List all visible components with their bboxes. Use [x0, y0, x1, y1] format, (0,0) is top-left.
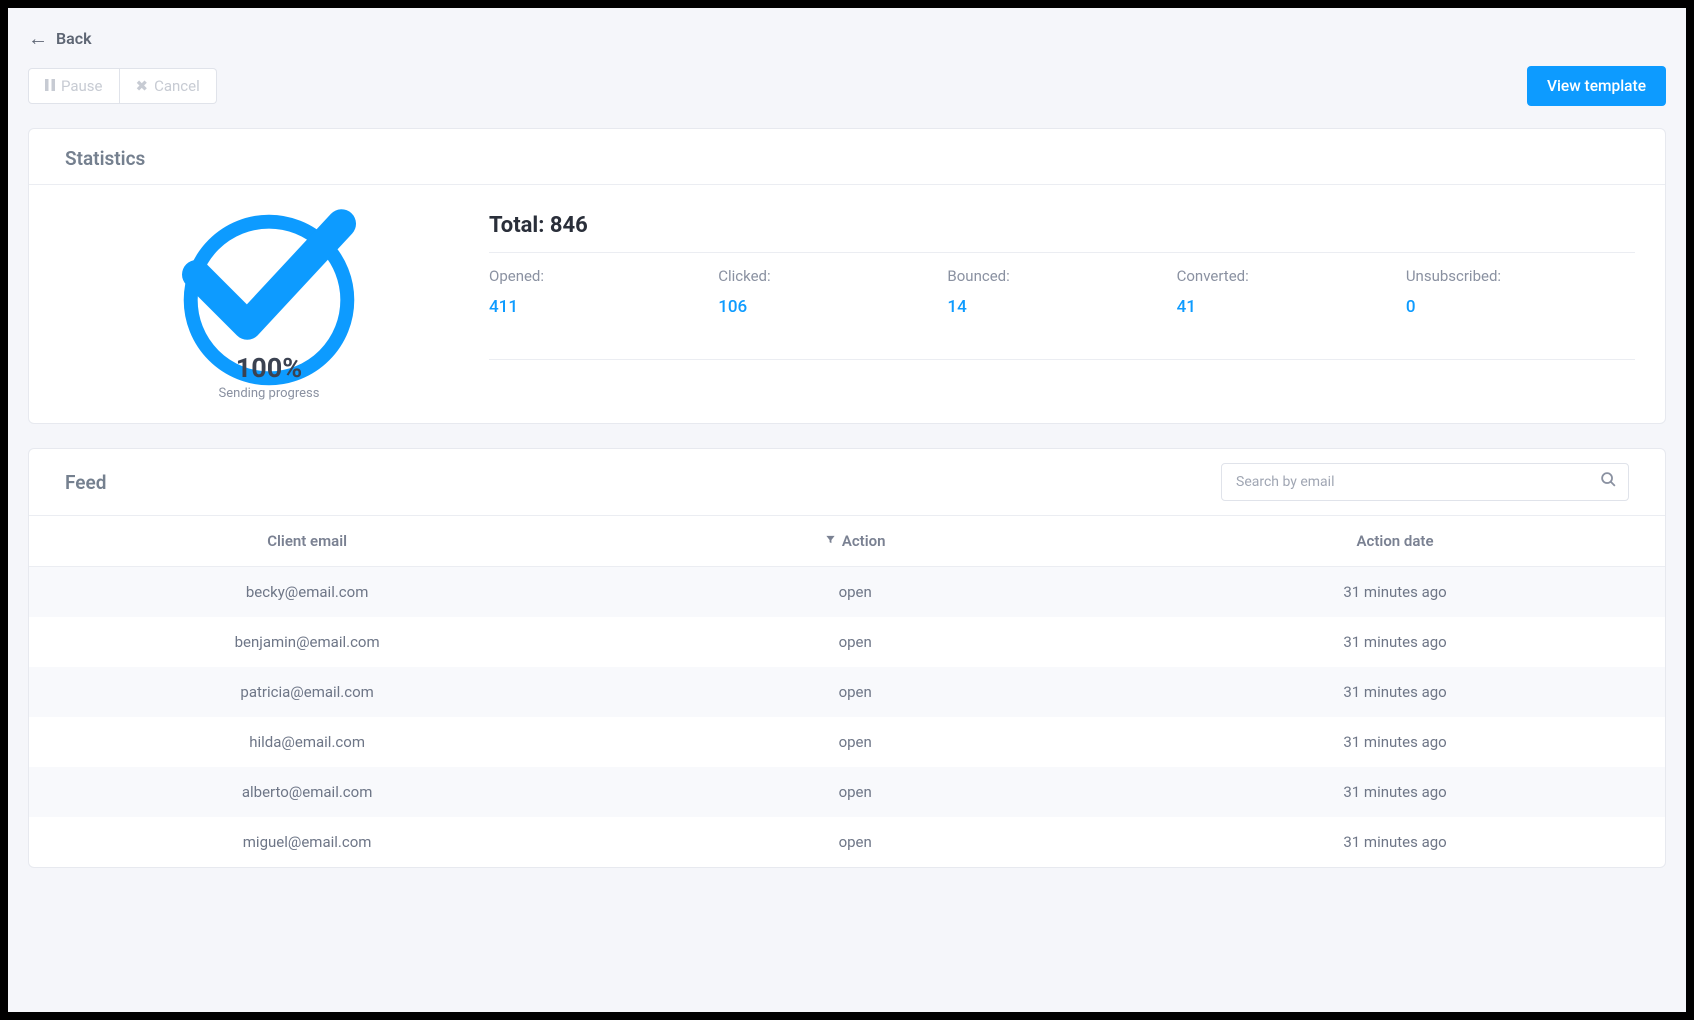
metric-value: 411 [489, 297, 718, 317]
metric-value: 41 [1177, 297, 1406, 317]
table-row[interactable]: hilda@email.comopen31 minutes ago [29, 717, 1665, 767]
column-client-email: Client email [29, 532, 585, 550]
column-action[interactable]: Action [585, 532, 1125, 550]
cancel-button[interactable]: ✖ Cancel [120, 68, 217, 104]
cell-client-email: becky@email.com [29, 583, 585, 601]
cell-action-date: 31 minutes ago [1125, 733, 1665, 751]
metric-value: 106 [718, 297, 947, 317]
back-link[interactable]: ← Back [28, 28, 92, 48]
cell-client-email: benjamin@email.com [29, 633, 585, 651]
total-value: 846 [550, 213, 588, 238]
action-button-group: Pause ✖ Cancel [28, 68, 217, 104]
feed-card: Feed Client email Action Action date bec… [28, 448, 1666, 868]
metrics-row: Opened: 411 Clicked: 106 Bounced: 14 Con… [489, 267, 1635, 360]
cell-action: open [585, 633, 1125, 651]
total-label: Total: [489, 213, 544, 238]
view-template-button[interactable]: View template [1527, 66, 1666, 106]
progress-ring: 100% Sending progress [182, 213, 356, 387]
metric-converted: Converted: 41 [1177, 267, 1406, 317]
search-icon [1600, 471, 1617, 493]
statistics-title: Statistics [65, 147, 1629, 170]
metric-clicked: Clicked: 106 [718, 267, 947, 317]
pause-label: Pause [61, 77, 103, 95]
feed-title: Feed [65, 471, 106, 494]
metric-label: Clicked: [718, 267, 947, 285]
pause-button[interactable]: Pause [28, 68, 120, 104]
total-row: Total: 846 [489, 213, 1635, 253]
metric-bounced: Bounced: 14 [947, 267, 1176, 317]
pause-icon [45, 77, 55, 95]
progress-percent: 100% [236, 352, 302, 384]
back-arrow-icon: ← [28, 28, 48, 48]
cell-action-date: 31 minutes ago [1125, 683, 1665, 701]
column-action-label: Action [842, 532, 886, 550]
close-icon: ✖ [136, 77, 149, 95]
cell-action: open [585, 733, 1125, 751]
view-template-label: View template [1547, 77, 1646, 95]
cell-action: open [585, 583, 1125, 601]
progress-label: Sending progress [219, 386, 320, 401]
metric-opened: Opened: 411 [489, 267, 718, 317]
cell-client-email: alberto@email.com [29, 783, 585, 801]
cell-client-email: hilda@email.com [29, 733, 585, 751]
cell-action: open [585, 783, 1125, 801]
cell-client-email: patricia@email.com [29, 683, 585, 701]
metric-value: 14 [947, 297, 1176, 317]
cell-client-email: miguel@email.com [29, 833, 585, 851]
search-input[interactable] [1221, 463, 1629, 501]
column-action-date: Action date [1125, 532, 1665, 550]
metric-label: Unsubscribed: [1406, 267, 1635, 285]
table-row[interactable]: miguel@email.comopen31 minutes ago [29, 817, 1665, 867]
table-row[interactable]: becky@email.comopen31 minutes ago [29, 567, 1665, 617]
cancel-label: Cancel [154, 77, 200, 95]
cell-action: open [585, 683, 1125, 701]
metric-value: 0 [1406, 297, 1635, 317]
filter-icon [825, 534, 836, 548]
table-row[interactable]: alberto@email.comopen31 minutes ago [29, 767, 1665, 817]
statistics-card: Statistics 100% Sending progress [28, 128, 1666, 424]
metric-label: Converted: [1177, 267, 1406, 285]
table-row[interactable]: patricia@email.comopen31 minutes ago [29, 667, 1665, 717]
cell-action-date: 31 minutes ago [1125, 783, 1665, 801]
cell-action-date: 31 minutes ago [1125, 583, 1665, 601]
check-icon [182, 199, 356, 350]
back-label: Back [56, 29, 92, 48]
cell-action: open [585, 833, 1125, 851]
metric-label: Opened: [489, 267, 718, 285]
table-header: Client email Action Action date [29, 516, 1665, 567]
table-row[interactable]: benjamin@email.comopen31 minutes ago [29, 617, 1665, 667]
table-body: becky@email.comopen31 minutes agobenjami… [29, 567, 1665, 867]
cell-action-date: 31 minutes ago [1125, 633, 1665, 651]
metric-label: Bounced: [947, 267, 1176, 285]
metric-unsubscribed: Unsubscribed: 0 [1406, 267, 1635, 317]
cell-action-date: 31 minutes ago [1125, 833, 1665, 851]
